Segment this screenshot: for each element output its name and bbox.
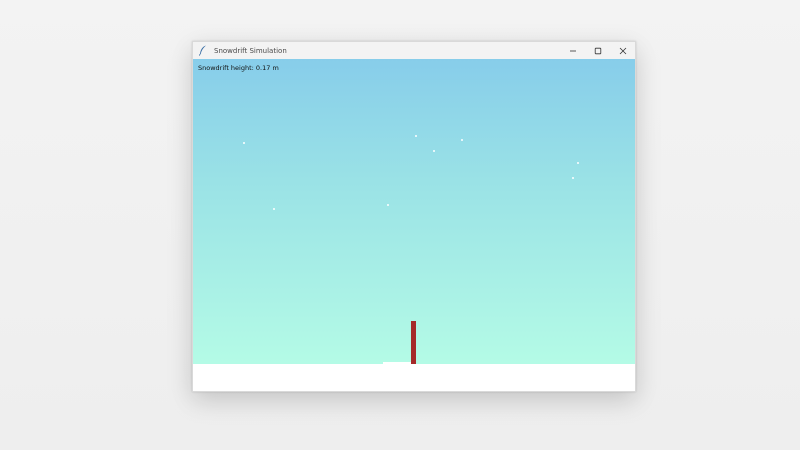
snowflake xyxy=(243,142,245,144)
snow-ground xyxy=(193,364,635,391)
snowflake xyxy=(433,150,435,152)
snowdrift-accumulation xyxy=(383,362,411,364)
close-button[interactable] xyxy=(610,42,635,59)
minimize-button[interactable] xyxy=(560,42,585,59)
simulation-canvas: Snowdrift height: 0.17 m xyxy=(193,59,635,364)
snowflake xyxy=(273,208,275,210)
snowdrift-height-label: Snowdrift height: 0.17 m xyxy=(198,64,279,72)
app-window: Snowdrift Simulation Snowdrift height: 0… xyxy=(192,41,636,392)
snowflake xyxy=(415,135,417,137)
feather-icon xyxy=(198,45,208,57)
snowdrift-post xyxy=(411,321,416,364)
window-title: Snowdrift Simulation xyxy=(214,46,287,55)
title-bar[interactable]: Snowdrift Simulation xyxy=(193,42,635,59)
maximize-button[interactable] xyxy=(585,42,610,59)
close-icon xyxy=(619,47,626,54)
snowflake xyxy=(572,177,574,179)
minimize-icon xyxy=(569,50,576,51)
snowflake xyxy=(577,162,579,164)
snowflake xyxy=(461,139,463,141)
window-controls xyxy=(560,42,635,59)
snowflake xyxy=(387,204,389,206)
maximize-icon xyxy=(594,47,601,54)
